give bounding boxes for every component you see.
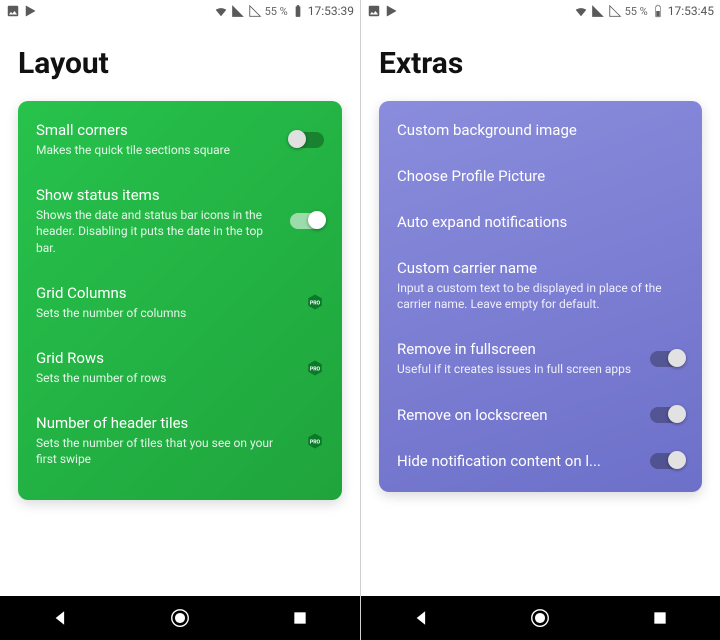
setting-subtitle: Makes the quick tile sections square — [36, 142, 280, 158]
setting-subtitle: Shows the date and status bar icons in t… — [36, 207, 280, 256]
toggle-show-status-items[interactable] — [290, 213, 324, 229]
svg-text:PRO: PRO — [310, 301, 321, 307]
status-bar: 55 % 17:53:39 — [0, 0, 360, 22]
setting-remove-fullscreen[interactable]: Remove in fullscreen Useful if it create… — [397, 326, 684, 391]
setting-subtitle: Input a custom text to be displayed in p… — [397, 280, 684, 312]
toggle-hide-notification[interactable] — [650, 453, 684, 469]
svg-text:PRO: PRO — [310, 366, 321, 372]
pro-badge-icon: PRO — [306, 432, 324, 450]
image-icon — [6, 4, 20, 18]
toggle-remove-fullscreen[interactable] — [650, 351, 684, 367]
toggle-remove-lockscreen[interactable] — [650, 407, 684, 423]
settings-card: Small corners Makes the quick tile secti… — [18, 101, 342, 500]
phone-left: 55 % 17:53:39 Layout Small corners Makes… — [0, 0, 360, 640]
page-title: Layout — [18, 46, 342, 81]
pro-badge-icon: PRO — [306, 293, 324, 311]
phone-right: 55 % 17:53:45 Extras Custom background i… — [360, 0, 720, 640]
setting-grid-rows[interactable]: Grid Rows Sets the number of rows PRO — [36, 335, 324, 400]
settings-card: Custom background image Choose Profile P… — [379, 101, 702, 492]
play-store-icon — [24, 4, 38, 18]
status-bar-right: 55 % 17:53:45 — [574, 4, 714, 18]
wifi-icon — [214, 4, 228, 18]
setting-carrier-name[interactable]: Custom carrier name Input a custom text … — [397, 245, 684, 326]
image-icon — [367, 4, 381, 18]
setting-custom-bg[interactable]: Custom background image — [397, 115, 684, 153]
wifi-icon — [574, 4, 588, 18]
signal-1-icon — [591, 4, 605, 18]
setting-show-status-items[interactable]: Show status items Shows the date and sta… — [36, 172, 324, 270]
status-time: 17:53:39 — [308, 4, 354, 18]
setting-small-corners[interactable]: Small corners Makes the quick tile secti… — [36, 115, 324, 172]
battery-pct: 55 % — [625, 5, 648, 18]
setting-title: Grid Rows — [36, 349, 296, 367]
status-bar-left — [6, 4, 38, 18]
setting-subtitle: Sets the number of rows — [36, 370, 296, 386]
setting-subtitle: Sets the number of columns — [36, 305, 296, 321]
status-time: 17:53:45 — [668, 4, 714, 18]
nav-recent-button[interactable] — [286, 604, 314, 632]
nav-home-button[interactable] — [526, 604, 554, 632]
nav-recent-button[interactable] — [646, 604, 674, 632]
toggle-small-corners[interactable] — [290, 132, 324, 148]
setting-subtitle: Useful if it creates issues in full scre… — [397, 361, 640, 377]
setting-title: Hide notification content on l... — [397, 452, 640, 470]
setting-remove-lockscreen[interactable]: Remove on lockscreen — [397, 392, 684, 438]
signal-1-icon — [231, 4, 245, 18]
nav-back-button[interactable] — [407, 604, 435, 632]
setting-subtitle: Sets the number of tiles that you see on… — [36, 435, 296, 467]
page-title: Extras — [379, 46, 702, 81]
status-bar-right: 55 % 17:53:39 — [214, 4, 354, 18]
setting-profile-picture[interactable]: Choose Profile Picture — [397, 153, 684, 199]
signal-2-icon — [248, 4, 262, 18]
setting-title: Remove on lockscreen — [397, 406, 640, 424]
play-store-icon — [385, 4, 399, 18]
signal-2-icon — [608, 4, 622, 18]
content-area: Layout Small corners Makes the quick til… — [0, 22, 360, 596]
setting-hide-notification[interactable]: Hide notification content on l... — [397, 438, 684, 474]
setting-title: Choose Profile Picture — [397, 167, 684, 185]
pro-badge-icon: PRO — [306, 359, 324, 377]
battery-pct: 55 % — [265, 5, 288, 18]
nav-back-button[interactable] — [46, 604, 74, 632]
setting-grid-columns[interactable]: Grid Columns Sets the number of columns … — [36, 270, 324, 335]
setting-title: Show status items — [36, 186, 280, 204]
status-bar: 55 % 17:53:45 — [361, 0, 720, 22]
setting-title: Number of header tiles — [36, 414, 296, 432]
nav-bar — [361, 596, 720, 640]
nav-home-button[interactable] — [166, 604, 194, 632]
setting-title: Custom carrier name — [397, 259, 684, 277]
setting-title: Custom background image — [397, 121, 684, 139]
battery-icon — [291, 4, 305, 18]
battery-icon — [651, 4, 665, 18]
setting-title: Auto expand notifications — [397, 213, 684, 231]
setting-header-tiles[interactable]: Number of header tiles Sets the number o… — [36, 400, 324, 481]
nav-bar — [0, 596, 360, 640]
content-area: Extras Custom background image Choose Pr… — [361, 22, 720, 596]
svg-text:PRO: PRO — [310, 439, 321, 445]
setting-title: Remove in fullscreen — [397, 340, 640, 358]
setting-title: Grid Columns — [36, 284, 296, 302]
status-bar-left — [367, 4, 399, 18]
setting-auto-expand[interactable]: Auto expand notifications — [397, 199, 684, 245]
setting-title: Small corners — [36, 121, 280, 139]
